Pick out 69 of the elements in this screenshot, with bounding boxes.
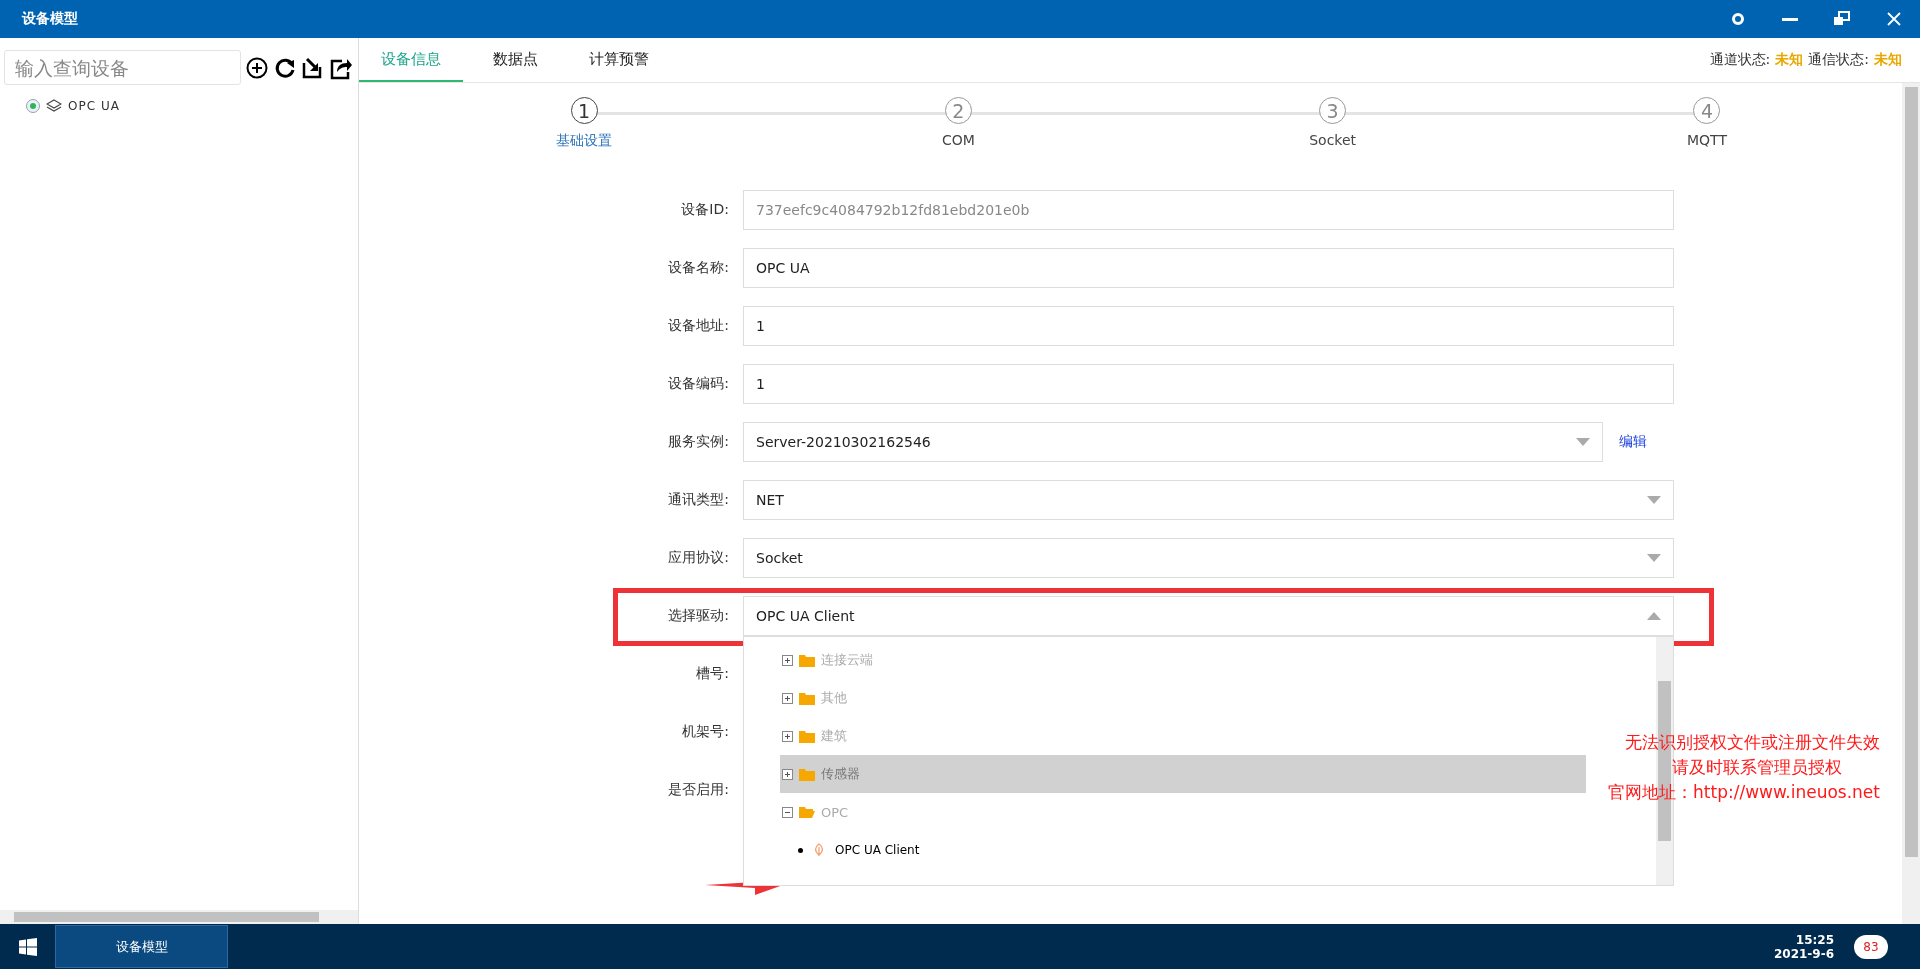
input-field[interactable]: 1 [743, 306, 1674, 346]
windows-logo-icon [18, 937, 37, 956]
field-label: 是否启用: [667, 781, 730, 799]
step-label[interactable]: 基础设置 [556, 132, 612, 150]
license-warning-text: 请及时联系管理员授权 [1672, 756, 1843, 779]
tab[interactable]: 计算预警 [567, 38, 671, 82]
step-number[interactable]: 1 [570, 97, 598, 124]
tree-item-label[interactable]: OPC UA [68, 99, 120, 113]
step-label[interactable]: Socket [1309, 132, 1357, 148]
plus-box-icon [782, 654, 793, 666]
search-field[interactable]: 输入查询设备 [4, 50, 241, 85]
leaf-icon [813, 843, 825, 857]
input-field[interactable]: OPC UA [743, 248, 1674, 288]
bullet-icon [798, 847, 803, 853]
close-icon [1887, 12, 1901, 26]
tab[interactable]: 数据点 [463, 38, 567, 82]
field-label: 设备地址: [667, 317, 730, 335]
refresh-icon [274, 56, 296, 79]
restore-icon [1833, 11, 1851, 27]
folder-icon [799, 767, 815, 781]
step-number[interactable]: 3 [1319, 97, 1347, 124]
field-label: 应用协议: [667, 549, 730, 567]
field-label: 设备ID: [680, 201, 730, 219]
license-warning-text: 官网地址：http://www.ineuos.net [1608, 781, 1880, 804]
refresh-icon [1731, 12, 1745, 26]
caret-icon [1647, 554, 1661, 562]
step-number[interactable]: 4 [1693, 97, 1721, 124]
field-label: 机架号: [681, 723, 730, 741]
folder-icon [799, 691, 815, 705]
select-field[interactable]: Socket [743, 538, 1674, 578]
select-field[interactable]: OPC UA Client [743, 596, 1674, 636]
clock: 15:25 2021-9-6 [1773, 932, 1835, 961]
folder-icon [799, 729, 815, 743]
status-label: 通信状态: [1808, 51, 1869, 69]
status-value: 未知 [1874, 51, 1902, 69]
field-label: 服务实例: [667, 433, 730, 451]
window-title: 设备模型 [22, 10, 79, 28]
minus-box-icon [782, 806, 793, 818]
caret-icon [1647, 496, 1661, 504]
step-number[interactable]: 2 [944, 97, 972, 124]
plus-box-icon [782, 768, 793, 780]
plus-box-icon [782, 730, 793, 742]
status-label: 通道状态: [1709, 51, 1771, 69]
radio-button[interactable] [26, 99, 40, 113]
field-label: 设备编码: [667, 375, 730, 393]
edit-link[interactable]: 编辑 [1619, 433, 1647, 451]
select-field[interactable]: NET [743, 480, 1674, 520]
notification-badge[interactable]: 83 [1854, 934, 1888, 959]
field-label: 选择驱动: [667, 607, 730, 625]
vertical-scrollbar[interactable] [1902, 83, 1920, 924]
field-label: 设备名称: [667, 259, 730, 277]
select-field[interactable]: Server-20210302162546 [743, 422, 1603, 462]
plus-circle-icon [246, 56, 268, 79]
driver-tree-item[interactable]: OPC UA Client [780, 831, 928, 869]
layers-icon [46, 99, 62, 113]
step-label[interactable]: MQTT [1687, 132, 1727, 148]
folder-icon [799, 805, 815, 819]
step-label[interactable]: COM [941, 132, 975, 148]
field-label: 槽号: [695, 665, 730, 683]
field-label: 通讯类型: [667, 491, 730, 509]
caret-icon [1576, 438, 1590, 446]
folder-icon [799, 653, 815, 667]
horizontal-scrollbar[interactable] [0, 910, 358, 924]
plus-box-icon [782, 692, 793, 704]
minimize-icon [1782, 17, 1798, 21]
taskbar-app[interactable]: 设备模型 [55, 925, 228, 968]
input-field[interactable]: 1 [743, 364, 1674, 404]
status-value: 未知 [1775, 51, 1804, 69]
license-warning-text: 无法识别授权文件或注册文件失效 [1625, 731, 1880, 754]
